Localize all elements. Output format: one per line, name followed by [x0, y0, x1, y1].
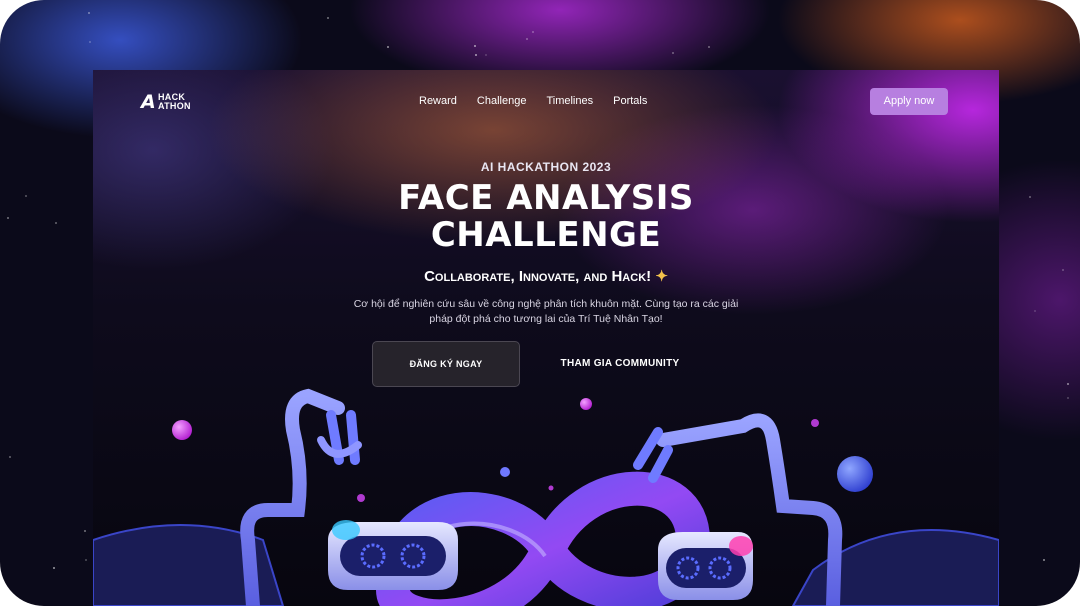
star [9, 456, 11, 458]
orb-small-2 [811, 419, 819, 427]
star [672, 52, 674, 54]
left-hill [93, 524, 285, 606]
star [708, 46, 710, 48]
left-arm [240, 388, 345, 606]
logo-mark: A [141, 91, 156, 113]
star [1034, 310, 1036, 312]
left-robot-eye-2 [400, 543, 426, 569]
planet-left [172, 420, 192, 440]
star [7, 217, 9, 219]
star [532, 31, 534, 33]
left-claw [326, 410, 360, 465]
hero-title-line-1: FACE ANALYSIS [398, 178, 694, 218]
infinity-highlight [401, 521, 547, 576]
sparkle-icon: ✦ [655, 268, 668, 285]
hero-title: FACE ANALYSIS CHALLENGE [93, 180, 999, 254]
browser-frame: A HACK ATHON Reward Challenge Timelines … [0, 0, 1080, 606]
left-robot-visor [340, 536, 446, 576]
hero-tagline: Collaborate, Innovate, and Hack! ✦ [93, 267, 999, 285]
nav-item-portals[interactable]: Portals [613, 94, 647, 108]
left-claw-hook [317, 436, 362, 458]
nav-item-reward[interactable]: Reward [419, 94, 457, 108]
apply-now-button[interactable]: Apply now [870, 88, 948, 115]
nav-item-timelines[interactable]: Timelines [546, 94, 593, 108]
left-robot-glow [332, 520, 360, 540]
star [387, 46, 389, 48]
landing-page: A HACK ATHON Reward Challenge Timelines … [93, 70, 999, 606]
right-robot-eye-1 [676, 556, 700, 580]
right-robot-head [658, 532, 753, 600]
star [25, 195, 27, 197]
star [1043, 559, 1045, 561]
hero-illustration [93, 388, 999, 606]
left-robot-head [328, 522, 458, 590]
star [1067, 383, 1069, 385]
star [327, 17, 329, 19]
star [475, 54, 477, 56]
hackathon-logo[interactable]: A HACK ATHON [141, 92, 203, 112]
join-community-button[interactable]: THAM GIA COMMUNITY [545, 354, 695, 374]
star [55, 222, 57, 224]
top-nav: A HACK ATHON Reward Challenge Timelines … [93, 70, 999, 132]
nav-item-challenge[interactable]: Challenge [477, 94, 527, 108]
star [526, 38, 528, 40]
orb-small-1 [500, 467, 510, 477]
star [474, 45, 476, 47]
tagline-text: Collaborate, Innovate, and Hack! [424, 268, 652, 285]
right-claw [633, 427, 673, 483]
star [85, 559, 87, 561]
right-robot-glow [729, 536, 753, 556]
register-now-button[interactable]: ĐĂNG KÝ NGAY [372, 341, 520, 387]
right-robot-visor [666, 548, 746, 588]
hero-description: Cơ hội để nghiên cứu sâu về công nghệ ph… [353, 298, 739, 325]
nav-menu: Reward Challenge Timelines Portals [419, 94, 647, 108]
star [1062, 269, 1064, 271]
star [1029, 196, 1031, 198]
planet-right [837, 456, 873, 492]
star [1067, 397, 1069, 399]
logo-line-2: ATHON [158, 101, 191, 111]
hero-eyebrow: AI HACKATHON 2023 [480, 160, 612, 174]
orb-small-3 [357, 494, 365, 502]
orb-small-4 [548, 485, 554, 491]
star [84, 530, 86, 532]
star [485, 54, 487, 56]
left-robot-eye-1 [360, 543, 386, 569]
star [53, 567, 55, 569]
right-hill [791, 529, 999, 606]
hero-title-line-2: CHALLENGE [430, 215, 662, 255]
right-arm [656, 413, 843, 606]
orb-top [580, 398, 592, 410]
star [88, 12, 90, 14]
infinity-ribbon [375, 471, 711, 606]
right-robot-eye-2 [708, 556, 732, 580]
star [89, 41, 91, 43]
